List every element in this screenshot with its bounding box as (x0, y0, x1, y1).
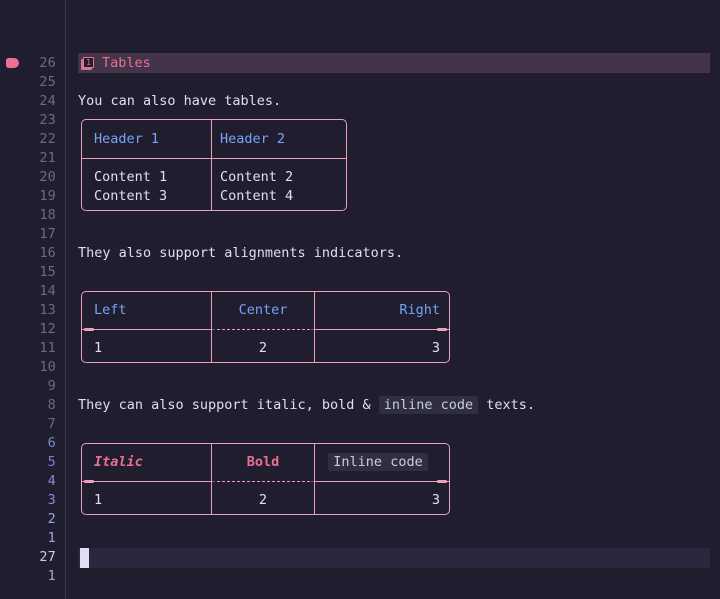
table-alignment-row-right (315, 329, 450, 330)
text-area[interactable]: 1 Tables You can also have tables. Heade… (66, 0, 720, 599)
line-number[interactable]: 20 (0, 168, 56, 187)
table-alignment-row-center (212, 329, 314, 330)
line-number[interactable]: 1 (0, 567, 56, 586)
table-header-cell: Header 2 (220, 131, 286, 147)
table-header-cell: Header 1 (94, 131, 160, 147)
inline-code-span: inline code (378, 396, 479, 414)
table-header-divider (81, 158, 347, 159)
line-number[interactable]: 3 (0, 491, 56, 510)
table-cell: 2 (258, 492, 268, 508)
line-number[interactable]: 5 (0, 453, 56, 472)
paragraph-3: They can also support italic, bold & inl… (78, 396, 720, 415)
align-left-indicator (84, 328, 94, 331)
line-number[interactable]: 6 (0, 434, 56, 453)
table-column-divider (314, 443, 315, 515)
table-cell: 3 (431, 340, 440, 356)
editor-window: 26 25 24 23 22 21 20 19 18 17 16 15 14 1… (0, 0, 720, 599)
table-alignment-row-right (315, 481, 450, 482)
line-number[interactable]: 4 (0, 472, 56, 491)
line-number[interactable]: 7 (0, 415, 56, 434)
current-line-highlight (78, 548, 710, 568)
table-column-divider (211, 291, 212, 363)
table-header-cell: Center (238, 302, 288, 318)
table-column-divider (211, 119, 212, 211)
heading-1: 1 Tables (78, 53, 151, 73)
line-number[interactable]: 11 (0, 339, 56, 358)
line-number[interactable]: 9 (0, 377, 56, 396)
heading-level-1-icon: 1 (81, 56, 94, 70)
inline-code-span: Inline code (328, 453, 428, 471)
table-header-cell: Right (399, 302, 440, 318)
table-cell: 1 (94, 492, 103, 508)
line-number[interactable]: 24 (0, 92, 56, 111)
line-number[interactable]: 12 (0, 320, 56, 339)
line-number[interactable]: 26 (0, 54, 56, 73)
heading-level-label: 1 (83, 56, 94, 68)
table-alignment-row-center (212, 481, 314, 482)
line-number[interactable]: 17 (0, 225, 56, 244)
line-number[interactable]: 1 (0, 529, 56, 548)
paragraph-1: You can also have tables. (78, 93, 282, 109)
line-number[interactable]: 14 (0, 282, 56, 301)
line-number-gutter: 26 25 24 23 22 21 20 19 18 17 16 15 14 1… (0, 0, 66, 599)
table-cell: 3 (431, 492, 440, 508)
table-column-divider (211, 443, 212, 515)
text-cursor (80, 548, 89, 568)
align-center-indicator-end (311, 481, 314, 482)
align-right-indicator (437, 328, 447, 331)
table-alignment-row-left (81, 481, 211, 482)
table-header-cell-italic: Italic (94, 454, 143, 470)
table-cell: 1 (94, 340, 103, 356)
table-header-cell: Left (94, 302, 127, 318)
line-number[interactable]: 16 (0, 244, 56, 263)
paragraph-3-before: They can also support italic, bold & (78, 397, 379, 413)
line-number[interactable]: 23 (0, 111, 56, 130)
heading-highlight-bar (78, 53, 710, 73)
current-line-number[interactable]: 27 (0, 548, 56, 567)
line-number[interactable]: 18 (0, 206, 56, 225)
line-number[interactable]: 22 (0, 130, 56, 149)
table-cell: Content 3 (94, 188, 168, 204)
table-cell: Content 2 (220, 169, 294, 185)
line-number[interactable]: 21 (0, 149, 56, 168)
align-left-indicator (84, 480, 94, 483)
line-number[interactable]: 13 (0, 301, 56, 320)
table-cell: Content 4 (220, 188, 294, 204)
line-number[interactable]: 19 (0, 187, 56, 206)
align-center-indicator-start (212, 329, 215, 330)
paragraph-2: They also support alignments indicators. (78, 245, 404, 261)
line-number[interactable]: 2 (0, 510, 56, 529)
table-header-cell-code: Inline code (316, 453, 440, 472)
line-number[interactable]: 10 (0, 358, 56, 377)
align-center-indicator-end (311, 329, 314, 330)
align-center-indicator-start (212, 481, 215, 482)
line-number[interactable]: 25 (0, 73, 56, 92)
line-number[interactable]: 8 (0, 396, 56, 415)
table-alignment-row-left (81, 329, 211, 330)
table-cell: 2 (258, 340, 268, 356)
paragraph-3-after: texts. (478, 397, 536, 413)
line-number[interactable]: 15 (0, 263, 56, 282)
align-right-indicator (437, 480, 447, 483)
table-cell: Content 1 (94, 169, 168, 185)
table-header-cell-bold: Bold (246, 454, 280, 470)
table-column-divider (314, 291, 315, 363)
heading-text: Tables (102, 55, 151, 71)
